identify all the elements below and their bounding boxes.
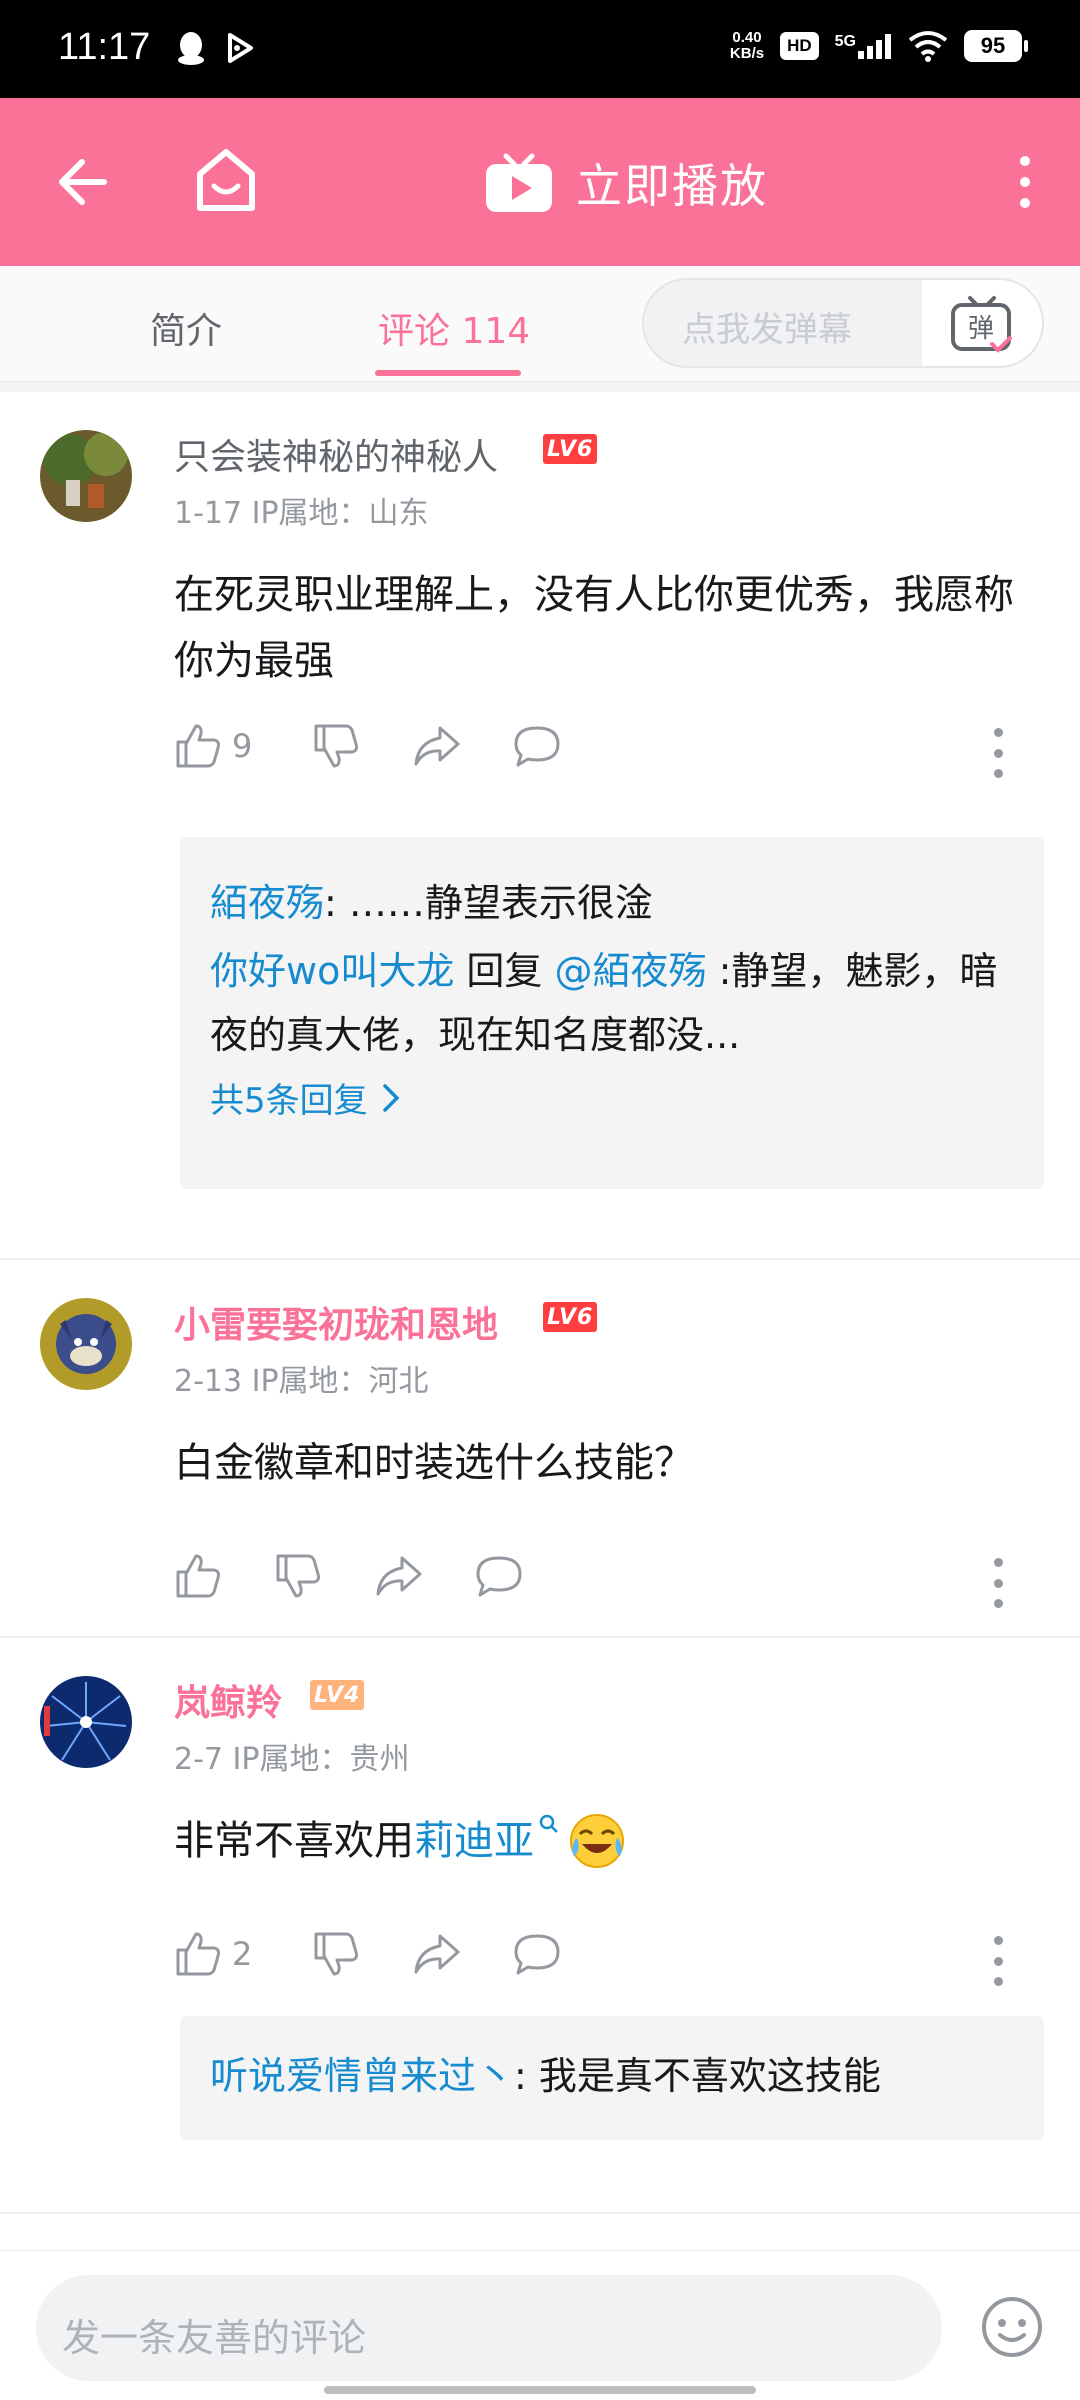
like-count: 2 [232,1935,253,1973]
status-time: 11:17 [58,26,151,68]
danmu-input-placeholder[interactable]: 点我发弹幕 [682,302,852,351]
hd-badge: HD [780,32,819,60]
avatar[interactable] [40,1676,132,1768]
battery-indicator: 95 [964,30,1028,62]
comment-item: 岚鲸羚 LV4 2-7 IP属地：贵州 非常不喜欢用 莉迪亚 2 听说爱情曾来过丶… [0,1638,1080,2210]
tv-play-icon [486,153,552,212]
comment-divider [0,2212,1080,2214]
comment-more-icon[interactable] [992,728,1004,778]
reply-preview-box[interactable]: 絔夜殇: ……静望表示很淦 你好wo叫大龙 回复 @絔夜殇 :静望，魅影，暗夜的… [180,837,1044,1189]
comment-username[interactable]: 岚鲸羚 [174,1674,282,1726]
thumbs-down-icon[interactable] [312,1930,360,1978]
level-badge: LV6 [543,434,598,464]
status-notification-icons [176,30,256,66]
chevron-right-icon [382,1083,400,1112]
level-badge: LV4 [310,1680,365,1710]
reply-item: 你好wo叫大龙 回复 @絔夜殇 :静望，魅影，暗夜的真大佬，现在知名度都没... [210,939,1014,1067]
reply-connector: 回复 [454,949,555,993]
home-icon[interactable] [194,146,258,214]
thumbs-down-icon[interactable] [274,1552,322,1600]
play-now-button[interactable]: 立即播放 [484,150,768,216]
level-badge: LV6 [543,1302,598,1332]
thumbs-up-icon [176,724,220,768]
reply-bubble-icon[interactable] [512,1930,562,1978]
reply-username[interactable]: 听说爱情曾来过丶 [210,2054,514,2098]
reply-preview-box[interactable]: 听说爱情曾来过丶: 我是真不喜欢这技能 [180,2016,1044,2140]
reply-text: : ……静望表示很淦 [324,881,653,925]
danmu-entry[interactable]: 点我发弹幕 弹 [642,278,1044,368]
reply-item: 听说爱情曾来过丶: 我是真不喜欢这技能 [210,2044,1014,2108]
emoji-icon[interactable] [980,2295,1044,2359]
reply-bubble-icon[interactable] [512,722,562,770]
comment-more-icon[interactable] [992,1558,1004,1608]
reply-username[interactable]: 你好wo叫大龙 [210,949,454,993]
home-indicator[interactable] [324,2386,756,2394]
net-speed: 0.40 KB/s [729,29,765,62]
tab-bar: 简介 评论 114 点我发弹幕 弹 [0,266,1080,382]
comment-meta: 2-7 IP属地：贵州 [174,1742,410,1777]
share-icon[interactable] [374,1552,424,1600]
svg-text:弹: 弹 [968,314,994,344]
danmu-tv-icon: 弹 [951,296,1012,353]
comment-actions: 2 [174,1930,1004,1990]
more-options-icon[interactable] [1010,150,1040,214]
comment-item: 只会装神秘的神秘人 LV6 1-17 IP属地：山东 在死灵职业理解上，没有人比… [0,392,1080,1258]
share-icon[interactable] [412,1930,462,1978]
like-button[interactable]: 2 [174,1930,252,1978]
video-play-icon [228,33,253,63]
comment-input[interactable]: 发一条友善的评论 [36,2275,942,2381]
qq-penguin-icon [178,32,204,65]
comment-text: 白金徽章和时装选什么技能？ [174,1440,694,1486]
comment-input-bar: 发一条友善的评论 [0,2250,1080,2400]
share-icon[interactable] [412,722,462,770]
view-all-replies-link[interactable]: 共5条回复 [210,1073,1014,1122]
top-app-bar: 立即播放 [0,98,1080,266]
play-now-label: 立即播放 [576,159,768,213]
comment-actions [174,1552,1004,1612]
search-icon[interactable] [538,1812,560,1852]
thumbs-down-icon[interactable] [312,722,360,770]
comment-text: 非常不喜欢用 莉迪亚 [174,1808,1044,1874]
tab-intro[interactable]: 简介 [150,302,222,354]
wifi-icon [908,31,948,62]
reply-mention[interactable]: @絔夜殇 [555,949,707,993]
like-button[interactable]: 9 [174,722,252,770]
reply-item: 絔夜殇: ……静望表示很淦 [210,871,1014,935]
comment-text: 在死灵职业理解上，没有人比你更优秀，我愿称你为最强 [174,572,1014,684]
back-arrow-icon[interactable] [52,150,116,214]
thumbs-up-icon[interactable] [174,1552,222,1600]
comment-more-icon[interactable] [992,1936,1004,1986]
avatar[interactable] [40,1298,132,1390]
comment-username[interactable]: 只会装神秘的神秘人 [174,428,498,480]
status-bar: 11:17 0.40 KB/s HD 5G 95 [0,0,1080,98]
reply-bubble-icon[interactable] [474,1552,524,1600]
comment-username[interactable]: 小雷要娶初珑和恩地 [174,1296,498,1348]
reply-username[interactable]: 絔夜殇 [210,881,324,925]
like-count: 9 [232,727,253,765]
signal-icon: 5G [835,33,892,59]
section-separator [0,382,1080,392]
avatar[interactable] [40,430,132,522]
comment-item: 小雷要娶初珑和恩地 LV6 2-13 IP属地：河北 白金徽章和时装选什么技能？ [0,1260,1080,1636]
danmu-toggle-button[interactable]: 弹 [922,280,1042,366]
comment-meta: 2-13 IP属地：河北 [174,1364,429,1399]
search-keyword-link[interactable]: 莉迪亚 [414,1808,534,1874]
tab-comments[interactable]: 评论 114 [378,302,530,354]
comment-meta: 1-17 IP属地：山东 [174,496,429,531]
crying-laugh-emoji-icon [570,1814,624,1868]
reply-text: : 我是真不喜欢这技能 [514,2054,881,2098]
status-right: 0.40 KB/s HD 5G 95 [729,29,1028,62]
comment-actions: 9 [174,722,1004,782]
tab-active-indicator [375,370,521,376]
thumbs-up-icon [176,1932,220,1976]
